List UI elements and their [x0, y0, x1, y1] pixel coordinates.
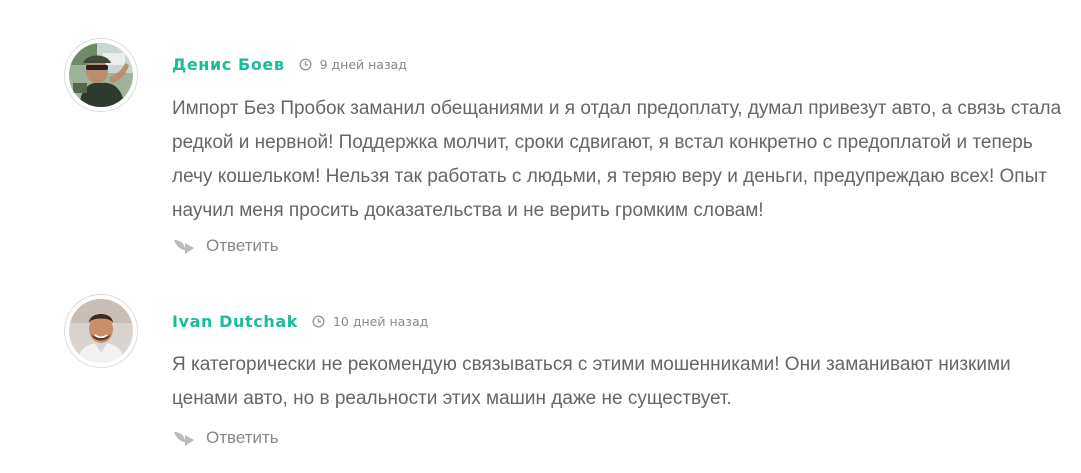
avatar[interactable] — [64, 294, 138, 368]
avatar-photo — [69, 43, 133, 107]
avatar-photo — [69, 299, 133, 363]
comment-time[interactable]: 10 дней назад — [333, 314, 428, 329]
comment-body: Я категорически не рекомендую связыватьс… — [172, 348, 1072, 416]
avatar[interactable] — [64, 38, 138, 112]
comment-line: редкой и нервной! Поддержка молчит, срок… — [172, 132, 1033, 153]
comment-line: научил меня просить доказательства и не … — [172, 200, 764, 221]
reply-button[interactable]: Ответить — [172, 428, 279, 448]
clock-icon — [299, 57, 312, 71]
comment-meta: Ivan Dutchak 10 дней назад — [172, 309, 428, 333]
previous-comment-fragment — [172, 0, 282, 2]
reply-label: Ответить — [206, 428, 279, 447]
comment-body: Импорт Без Пробок заманил обещаниями и я… — [172, 92, 1072, 228]
comment-author[interactable]: Ivan Dutchak — [172, 312, 298, 331]
comment-line: Я категорически не рекомендую связыватьс… — [172, 354, 1011, 375]
reply-button[interactable]: Ответить — [172, 236, 279, 256]
comment-line: Импорт Без Пробок заманил обещаниями и я… — [172, 98, 1062, 119]
comment-line: ценами авто, но в реальности этих машин … — [172, 388, 732, 409]
comment-time[interactable]: 9 дней назад — [320, 57, 407, 72]
reply-arrow-icon — [172, 237, 196, 255]
clock-icon — [312, 314, 325, 328]
comment-meta: Денис Боев 9 дней назад — [172, 52, 407, 76]
comment-author[interactable]: Денис Боев — [172, 55, 285, 74]
reply-label: Ответить — [206, 236, 279, 255]
comment-line: лечу кошельком! Нельзя так работать с лю… — [172, 166, 1047, 187]
reply-arrow-icon — [172, 429, 196, 447]
